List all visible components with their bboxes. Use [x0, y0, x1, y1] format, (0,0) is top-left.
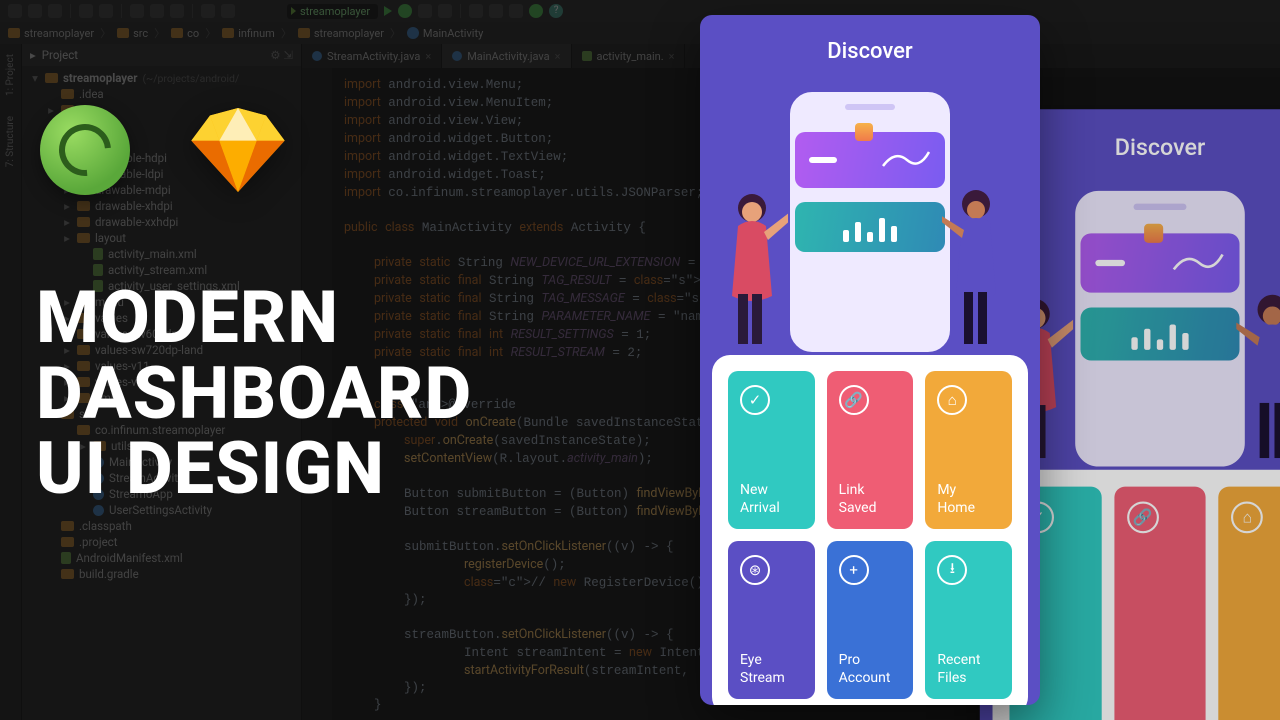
sketch-logo-icon [190, 108, 286, 192]
dashboard-card[interactable]: 🔗Saved [1114, 487, 1206, 720]
hero-illustration [700, 72, 1040, 352]
card-icon: ✓ [740, 385, 770, 415]
headline-text: MODERN DASHBOARD UI DESIGN [36, 280, 472, 507]
card-icon: 🔗 [1127, 502, 1159, 534]
card-icon: ⭳ [937, 555, 967, 585]
dashboard-card[interactable]: ✓ New Arrival [728, 371, 815, 529]
card-label: My Home [937, 482, 1000, 517]
dashboard-card[interactable]: + Pro Account [827, 541, 914, 699]
card-label: New Arrival [740, 482, 803, 517]
card-label: Link Saved [839, 482, 902, 517]
card-icon: 🔗 [839, 385, 869, 415]
dashboard-card[interactable]: ⊛ Eye Stream [728, 541, 815, 699]
dashboard-card[interactable]: ⌂My Home [1219, 487, 1280, 720]
card-icon: ⌂ [1231, 502, 1263, 534]
card-icon: ⊛ [740, 555, 770, 585]
phone-title: Discover [700, 15, 1040, 72]
dashboard-card[interactable]: ⌂ My Home [925, 371, 1012, 529]
card-label: Recent Files [937, 652, 1000, 687]
card-label: Eye Stream [740, 652, 803, 687]
dashboard-card[interactable]: ⭳ Recent Files [925, 541, 1012, 699]
android-studio-logo-icon [40, 105, 130, 195]
card-icon: ⌂ [937, 385, 967, 415]
phone-mockup-foreground: Discover ✓ New Arrival 🔗 Link Saved ⌂ My Home… [700, 15, 1040, 705]
dashboard-sheet: ✓ New Arrival 🔗 Link Saved ⌂ My Home ⊛ Eye Stre… [712, 355, 1028, 705]
card-label: Pro Account [839, 652, 902, 687]
dashboard-card[interactable]: 🔗 Link Saved [827, 371, 914, 529]
card-icon: + [839, 555, 869, 585]
